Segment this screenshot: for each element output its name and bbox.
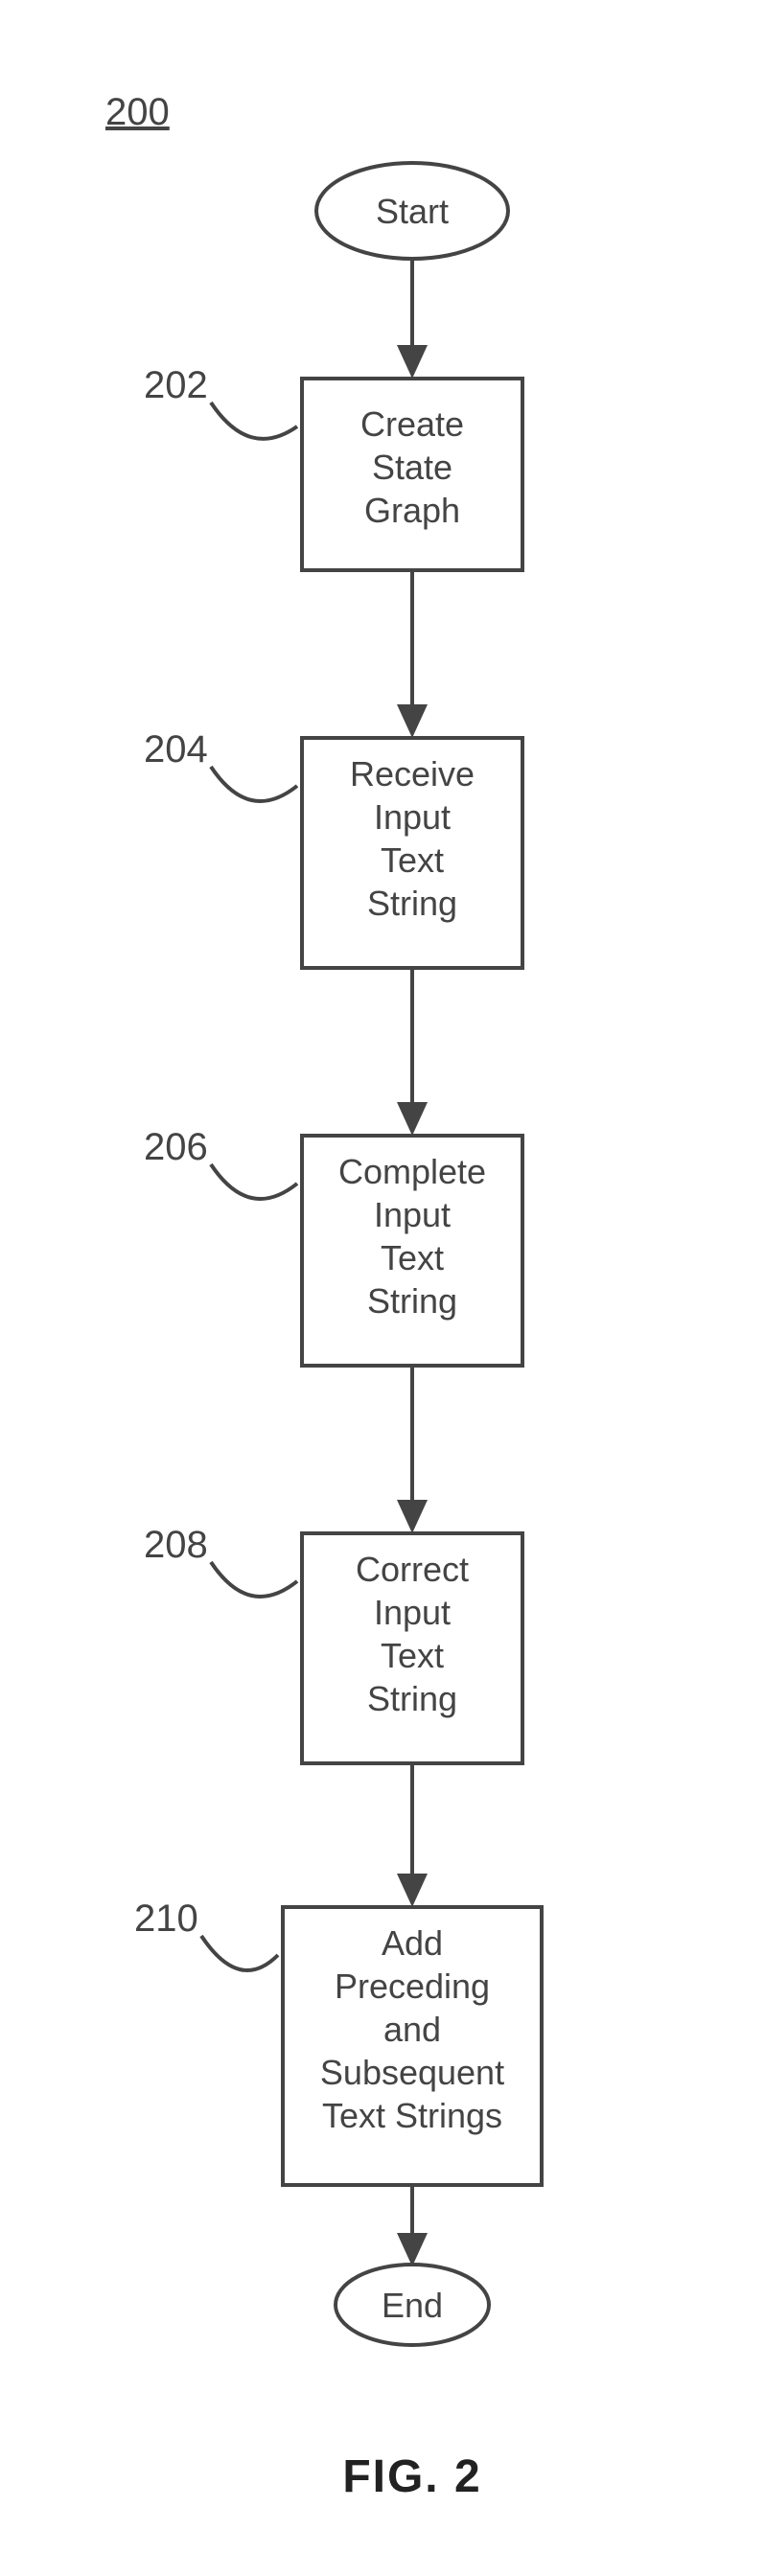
ref-206: 206 — [144, 1126, 208, 1168]
arrowhead-208-210 — [397, 1874, 428, 1907]
arrowhead-202-204 — [397, 704, 428, 738]
diagram-title: 200 — [105, 91, 170, 133]
start-label: Start — [376, 192, 449, 231]
node-204-line2: Input — [374, 797, 451, 837]
node-206-line3: Text — [381, 1238, 444, 1277]
arrowhead-206-208 — [397, 1500, 428, 1533]
callout-206 — [211, 1164, 297, 1199]
node-208-line4: String — [367, 1679, 457, 1718]
node-208-line2: Input — [374, 1593, 451, 1632]
node-204-line1: Receive — [350, 754, 475, 794]
node-202-line1: Create — [360, 404, 464, 444]
figure-label: FIG. 2 — [342, 2451, 481, 2502]
node-204-line4: String — [367, 884, 457, 923]
node-202-line3: Graph — [364, 491, 460, 530]
callout-202 — [211, 402, 297, 439]
node-210-line4: Subsequent — [320, 2053, 504, 2092]
node-206-line4: String — [367, 1281, 457, 1321]
arrowhead-210-end — [397, 2233, 428, 2266]
callout-208 — [211, 1562, 297, 1597]
arrowhead-204-206 — [397, 1102, 428, 1136]
node-206-line2: Input — [374, 1195, 451, 1234]
node-202-line2: State — [372, 448, 452, 487]
node-210-line1: Add — [382, 1923, 443, 1963]
node-208-line1: Correct — [356, 1550, 469, 1589]
callout-210 — [201, 1936, 278, 1970]
node-208-line3: Text — [381, 1636, 444, 1675]
node-204-line3: Text — [381, 840, 444, 880]
ref-204: 204 — [144, 728, 208, 770]
end-label: End — [382, 2286, 443, 2325]
ref-210: 210 — [134, 1898, 198, 1940]
callout-204 — [211, 767, 297, 801]
node-210-line3: and — [383, 2010, 441, 2049]
node-210-line5: Text Strings — [322, 2096, 502, 2135]
node-210-line2: Preceding — [335, 1966, 490, 2006]
ref-202: 202 — [144, 364, 208, 406]
node-206-line1: Complete — [338, 1152, 486, 1191]
arrowhead-start-202 — [397, 345, 428, 379]
ref-208: 208 — [144, 1524, 208, 1566]
